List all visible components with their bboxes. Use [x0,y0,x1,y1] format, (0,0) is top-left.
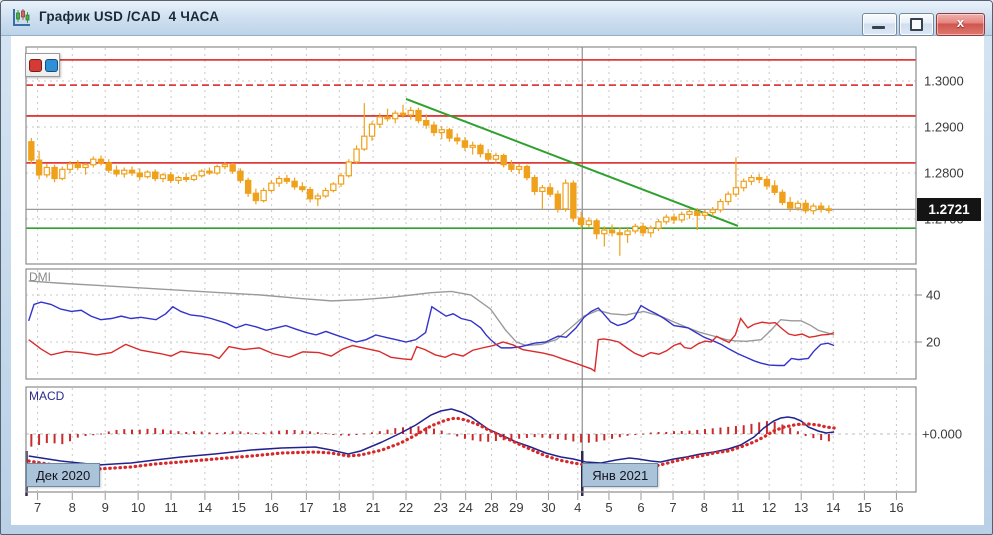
drawing-toolbox [25,53,60,77]
close-icon: x [937,15,984,30]
maximize-button[interactable] [899,13,934,36]
current-price-tag: 1.2721 [917,198,981,221]
month-tag-jan-2021: Янв 2021 [582,463,658,487]
minimize-button[interactable] [862,13,897,36]
close-button[interactable]: x [936,13,985,36]
app-window: График USD /CAD 4 ЧАСА x 1.30001.29001.2… [0,0,993,535]
macd-panel-label: MACD [29,389,64,403]
red-marker-button[interactable] [29,59,42,72]
candlestick-chart-icon [12,8,32,28]
blue-marker-button[interactable] [45,59,58,72]
maximize-icon [910,18,923,31]
month-tag-dec-2020: Дек 2020 [26,463,100,487]
dmi-panel-label: DMI [29,270,51,284]
chart-area-background [11,36,984,525]
window-title: График USD /CAD 4 ЧАСА [39,9,219,24]
title-bar[interactable]: График USD /CAD 4 ЧАСА x [1,1,992,36]
minimize-icon [872,26,885,29]
